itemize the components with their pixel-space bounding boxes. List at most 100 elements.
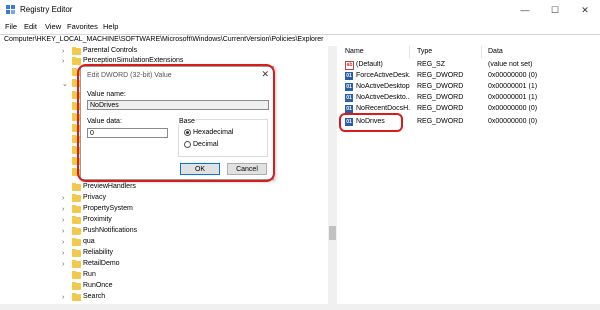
tree-item-proximity[interactable]: › Proximity (62, 215, 322, 226)
tree-item-search[interactable]: › Search (62, 292, 322, 303)
chevron-right-icon[interactable]: › (62, 194, 68, 203)
menu-file[interactable]: File (5, 22, 17, 31)
value-data: (value not set) (488, 61, 533, 68)
value-type: REG_DWORD (417, 83, 464, 90)
scrollbar-thumb[interactable] (329, 226, 336, 240)
value-data-label: Value data: (87, 118, 122, 125)
tree-item-label: PropertySystem (83, 205, 133, 212)
folder-icon (72, 205, 81, 213)
value-row-forceactivedesktop[interactable]: 01 ForceActiveDesk... REG_DWORD 0x000000… (337, 71, 600, 82)
chevron-right-icon[interactable] (62, 282, 68, 291)
title-bar: Registry Editor — ☐ ✕ (0, 0, 600, 21)
value-row-default[interactable]: ab (Default) REG_SZ (value not set) (337, 60, 600, 71)
decimal-label[interactable]: Decimal (193, 141, 218, 148)
minimize-button[interactable]: — (510, 0, 540, 21)
menu-edit[interactable]: Edit (24, 22, 37, 31)
folder-icon (72, 282, 81, 290)
tree-item-run[interactable]: Run (62, 270, 322, 281)
tree-item-label: Proximity (83, 216, 112, 223)
chevron-right-icon[interactable]: › (62, 293, 68, 302)
window-title: Registry Editor (20, 5, 73, 14)
column-header-type[interactable]: Type (417, 48, 432, 55)
value-name-field[interactable]: NoDrives (87, 100, 269, 110)
column-divider[interactable] (409, 46, 410, 58)
value-name: NoActiveDeskto... (356, 94, 410, 101)
close-button[interactable]: ✕ (570, 0, 600, 21)
column-header-name[interactable]: Name (345, 48, 364, 55)
tree-item-runonce[interactable]: RunOnce (62, 281, 322, 292)
cancel-button[interactable]: Cancel (227, 163, 267, 175)
value-row-nodrives[interactable]: 01 NoDrives REG_DWORD 0x00000000 (0) (337, 117, 600, 128)
tree-item-propertysystem[interactable]: › PropertySystem (62, 204, 322, 215)
value-data-field[interactable]: 0 (87, 128, 168, 138)
folder-icon (72, 216, 81, 224)
value-name: NoDrives (356, 118, 385, 125)
dword-value-icon: 01 (345, 94, 353, 102)
chevron-right-icon[interactable]: › (62, 216, 68, 225)
tree-scrollbar[interactable] (328, 46, 337, 310)
menu-favorites[interactable]: Favorites (67, 22, 98, 31)
tree-item-label: Reliability (83, 249, 113, 256)
hexadecimal-label[interactable]: Hexadecimal (193, 129, 233, 136)
chevron-right-icon[interactable] (62, 271, 68, 280)
chevron-right-icon[interactable]: › (62, 238, 68, 247)
dword-value-icon: 01 (345, 118, 353, 126)
chevron-down-icon[interactable]: ⌄ (62, 80, 68, 89)
tree-item-label: PreviewHandlers (83, 183, 136, 190)
decimal-radio[interactable] (184, 141, 191, 148)
value-data: 0x00000001 (1) (488, 94, 538, 101)
column-header-data[interactable]: Data (488, 48, 503, 55)
dialog-title: Edit DWORD (32-bit) Value (87, 72, 172, 79)
edit-dword-dialog: Edit DWORD (32-bit) Value ✕ Value name: … (80, 66, 274, 180)
tree-item-label: Parental Controls (83, 47, 138, 54)
tree-item-privacy[interactable]: › Privacy (62, 193, 322, 204)
value-type: REG_DWORD (417, 105, 464, 112)
maximize-button[interactable]: ☐ (540, 0, 570, 21)
tree-item-label: Privacy (83, 194, 106, 201)
tree-item-qua[interactable]: › qua (62, 237, 322, 248)
menu-help[interactable]: Help (103, 22, 118, 31)
value-name: (Default) (356, 61, 383, 68)
chevron-right-icon[interactable]: › (62, 260, 68, 269)
menu-view[interactable]: View (45, 22, 61, 31)
menu-bar: File Edit View Favorites Help (0, 21, 600, 33)
folder-icon (72, 194, 81, 202)
folder-icon (72, 57, 81, 65)
folder-icon (72, 183, 81, 191)
folder-icon (72, 293, 81, 301)
dword-value-icon: 01 (345, 105, 353, 113)
folder-icon (72, 227, 81, 235)
dialog-close-button[interactable]: ✕ (261, 69, 269, 80)
dword-value-icon: 01 (345, 83, 353, 91)
ok-button[interactable]: OK (180, 163, 220, 175)
column-divider[interactable] (481, 46, 482, 58)
chevron-right-icon[interactable]: › (62, 47, 68, 56)
chevron-right-icon[interactable]: › (62, 205, 68, 214)
value-type: REG_DWORD (417, 72, 464, 79)
tree-item-pushnotifications[interactable]: › PushNotifications (62, 226, 322, 237)
chevron-right-icon[interactable] (62, 183, 68, 192)
chevron-right-icon[interactable]: › (62, 227, 68, 236)
tree-item-label: RunOnce (83, 282, 113, 289)
value-type: REG_DWORD (417, 94, 464, 101)
value-data: 0x00000000 (0) (488, 105, 538, 112)
chevron-right-icon[interactable]: › (62, 249, 68, 258)
folder-icon (72, 238, 81, 246)
value-type: REG_DWORD (417, 118, 464, 125)
value-name: NoActiveDesktop (356, 83, 410, 90)
value-name: NoRecentDocsH... (356, 105, 410, 112)
tree-item-retaildemo[interactable]: › RetailDemo (62, 259, 322, 270)
hexadecimal-radio[interactable] (184, 129, 191, 136)
tree-item-label: Search (83, 293, 106, 300)
chevron-right-icon[interactable]: › (62, 57, 68, 66)
address-path: Computer\HKEY_LOCAL_MACHINE\SOFTWARE\Mic… (4, 36, 324, 43)
value-row-noactivedesktop2[interactable]: 01 NoActiveDeskto... REG_DWORD 0x0000000… (337, 93, 600, 104)
tree-item-reliability[interactable]: › Reliability (62, 248, 322, 259)
value-type: REG_SZ (417, 61, 446, 68)
folder-icon (72, 271, 81, 279)
tree-item-label: PerceptionSimulationExtensions (83, 57, 184, 64)
tree-item-label: qua (83, 238, 95, 245)
value-row-noactivedesktop[interactable]: 01 NoActiveDesktop REG_DWORD 0x00000001 … (337, 82, 600, 93)
value-row-norecentdocs[interactable]: 01 NoRecentDocsH... REG_DWORD 0x00000000… (337, 104, 600, 115)
tree-item-previewhandlers[interactable]: PreviewHandlers (62, 182, 322, 193)
